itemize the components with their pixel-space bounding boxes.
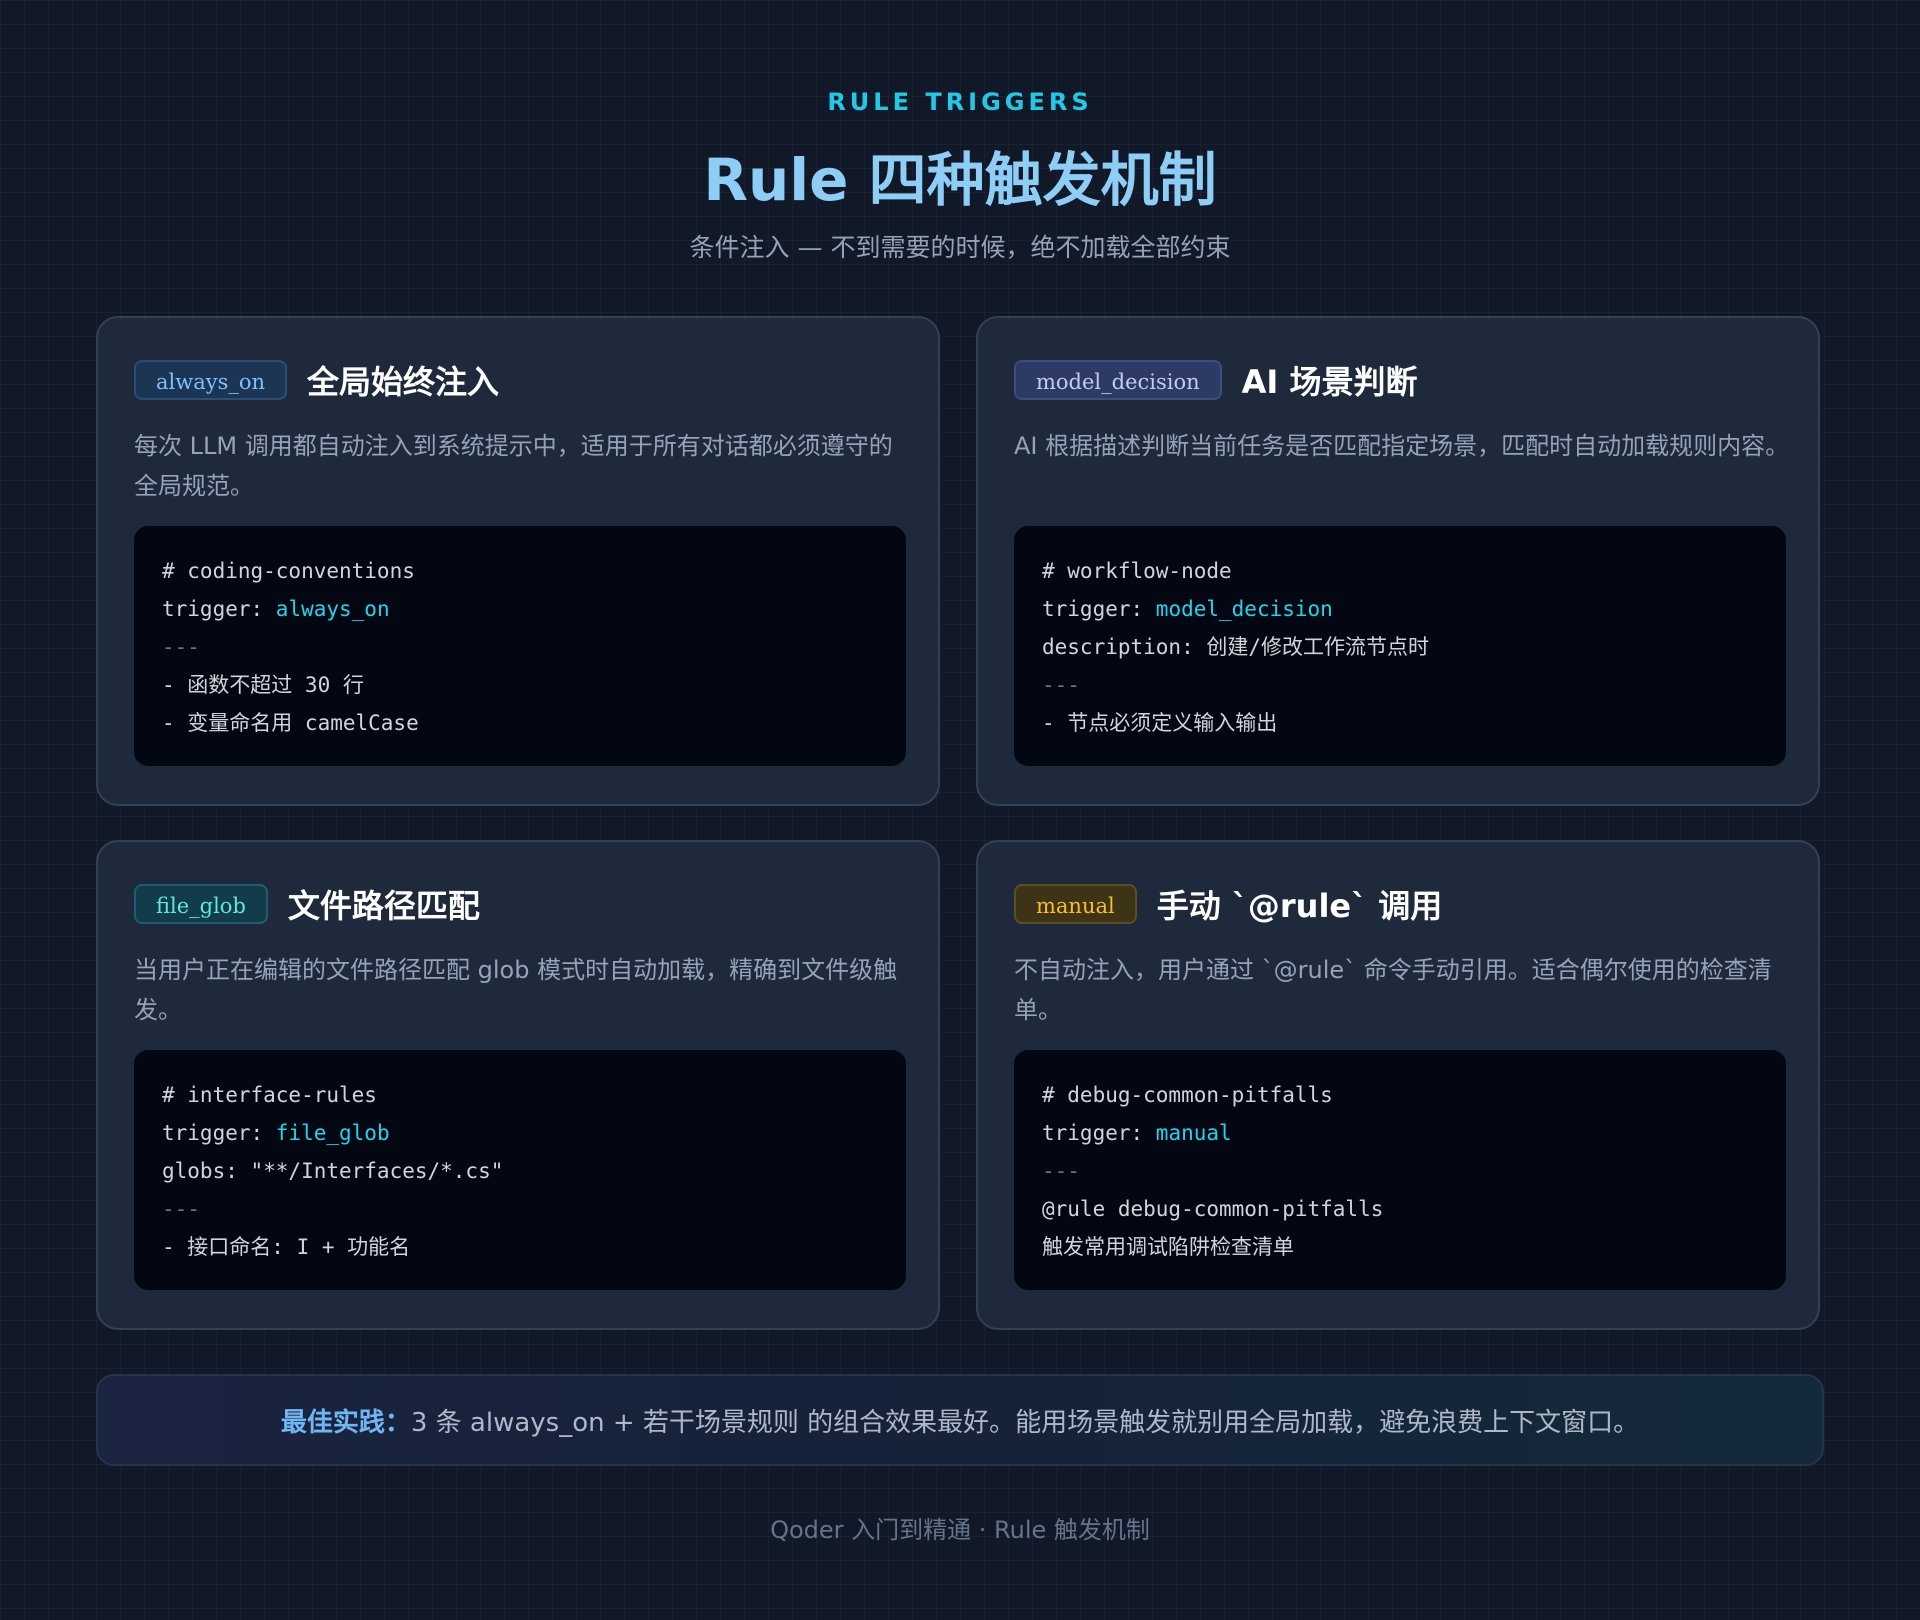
trigger-card-manual: manual 手动 `@rule` 调用 不自动注入，用户通过 `@rule` … xyxy=(976,840,1820,1330)
card-header: always_on 全局始终注入 xyxy=(134,358,499,402)
trigger-tag: file_glob xyxy=(134,884,268,924)
card-title: 全局始终注入 xyxy=(307,363,500,401)
page-subtitle: 条件注入 — 不到需要的时候，绝不加载全部约束 xyxy=(689,233,1231,262)
code-value: model_decision xyxy=(1155,597,1333,621)
trigger-card-file-glob: file_glob 文件路径匹配 当用户正在编辑的文件路径匹配 glob 模式时… xyxy=(96,840,940,1330)
trigger-tag: manual xyxy=(1014,884,1137,924)
code-key: trigger: xyxy=(162,1121,276,1145)
code-key: trigger: xyxy=(1042,597,1156,621)
card-description: 当用户正在编辑的文件路径匹配 glob 模式时自动加载，精确到文件级触发。 xyxy=(134,956,898,1024)
code-line: trigger: model_decision xyxy=(1042,590,1758,628)
trigger-card-model-decision: model_decision AI 场景判断 AI 根据描述判断当前任务是否匹配… xyxy=(976,316,1820,806)
code-line: trigger: manual xyxy=(1042,1114,1758,1152)
card-description: AI 根据描述判断当前任务是否匹配指定场景，匹配时自动加载规则内容。 xyxy=(1014,432,1790,460)
code-line: # workflow-node xyxy=(1042,559,1232,583)
trigger-tag: model_decision xyxy=(1014,360,1222,400)
code-block: # interface-rules trigger: file_glob glo… xyxy=(134,1050,906,1290)
eyebrow-label: RULE TRIGGERS xyxy=(827,88,1093,116)
code-line: # debug-common-pitfalls xyxy=(1042,1083,1333,1107)
code-block: # coding-conventions trigger: always_on … xyxy=(134,526,906,766)
best-practice-text: 3 条 always_on + 若干场景规则 的组合效果最好。能用场景触发就别用… xyxy=(410,1407,1640,1438)
code-line: --- xyxy=(1042,673,1080,697)
card-header: manual 手动 `@rule` 调用 xyxy=(1014,882,1442,926)
code-line: # coding-conventions xyxy=(162,559,415,583)
code-line: # interface-rules xyxy=(162,1083,377,1107)
code-value: always_on xyxy=(275,597,390,621)
code-line: --- xyxy=(162,1197,200,1221)
card-description: 每次 LLM 调用都自动注入到系统提示中，适用于所有对话都必须遵守的全局规范。 xyxy=(134,432,893,500)
code-line: 触发常用调试陷阱检查清单 xyxy=(1042,1235,1294,1259)
card-description: 不自动注入，用户通过 `@rule` 命令手动引用。适合偶尔使用的检查清单。 xyxy=(1014,956,1772,1024)
code-key: trigger: xyxy=(1042,1121,1156,1145)
code-value: manual xyxy=(1155,1121,1232,1145)
card-header: file_glob 文件路径匹配 xyxy=(134,882,480,926)
code-line: - 节点必须定义输入输出 xyxy=(1042,711,1278,735)
code-line: @rule debug-common-pitfalls xyxy=(1042,1197,1384,1221)
trigger-card-always-on: always_on 全局始终注入 每次 LLM 调用都自动注入到系统提示中，适用… xyxy=(96,316,940,806)
page-title: Rule 四种触发机制 xyxy=(703,146,1217,214)
card-title: 文件路径匹配 xyxy=(287,887,480,925)
code-block: # debug-common-pitfalls trigger: manual … xyxy=(1014,1050,1786,1290)
footer-caption: Qoder 入门到精通 · Rule 触发机制 xyxy=(770,1516,1150,1544)
code-line: - 函数不超过 30 行 xyxy=(162,673,364,697)
code-line: description: 创建/修改工作流节点时 xyxy=(1042,635,1430,659)
trigger-tag: always_on xyxy=(134,360,288,400)
code-block: # workflow-node trigger: model_decision … xyxy=(1014,526,1786,766)
card-title: 手动 `@rule` 调用 xyxy=(1156,887,1443,925)
card-title: AI 场景判断 xyxy=(1241,363,1418,401)
best-practice-label: 最佳实践： xyxy=(280,1407,411,1438)
code-line: --- xyxy=(1042,1159,1080,1183)
best-practice-banner: 最佳实践： 3 条 always_on + 若干场景规则 的组合效果最好。能用场… xyxy=(96,1374,1824,1466)
code-line: - 变量命名用 camelCase xyxy=(162,711,419,735)
code-value: file_glob xyxy=(275,1121,390,1145)
code-line: - 接口命名: I + 功能名 xyxy=(162,1235,411,1259)
code-line: globs: "**/Interfaces/*.cs" xyxy=(162,1159,504,1183)
code-line: --- xyxy=(162,635,200,659)
card-header: model_decision AI 场景判断 xyxy=(1014,358,1417,402)
code-line: trigger: file_glob xyxy=(162,1114,878,1152)
code-line: trigger: always_on xyxy=(162,590,878,628)
code-key: trigger: xyxy=(162,597,276,621)
